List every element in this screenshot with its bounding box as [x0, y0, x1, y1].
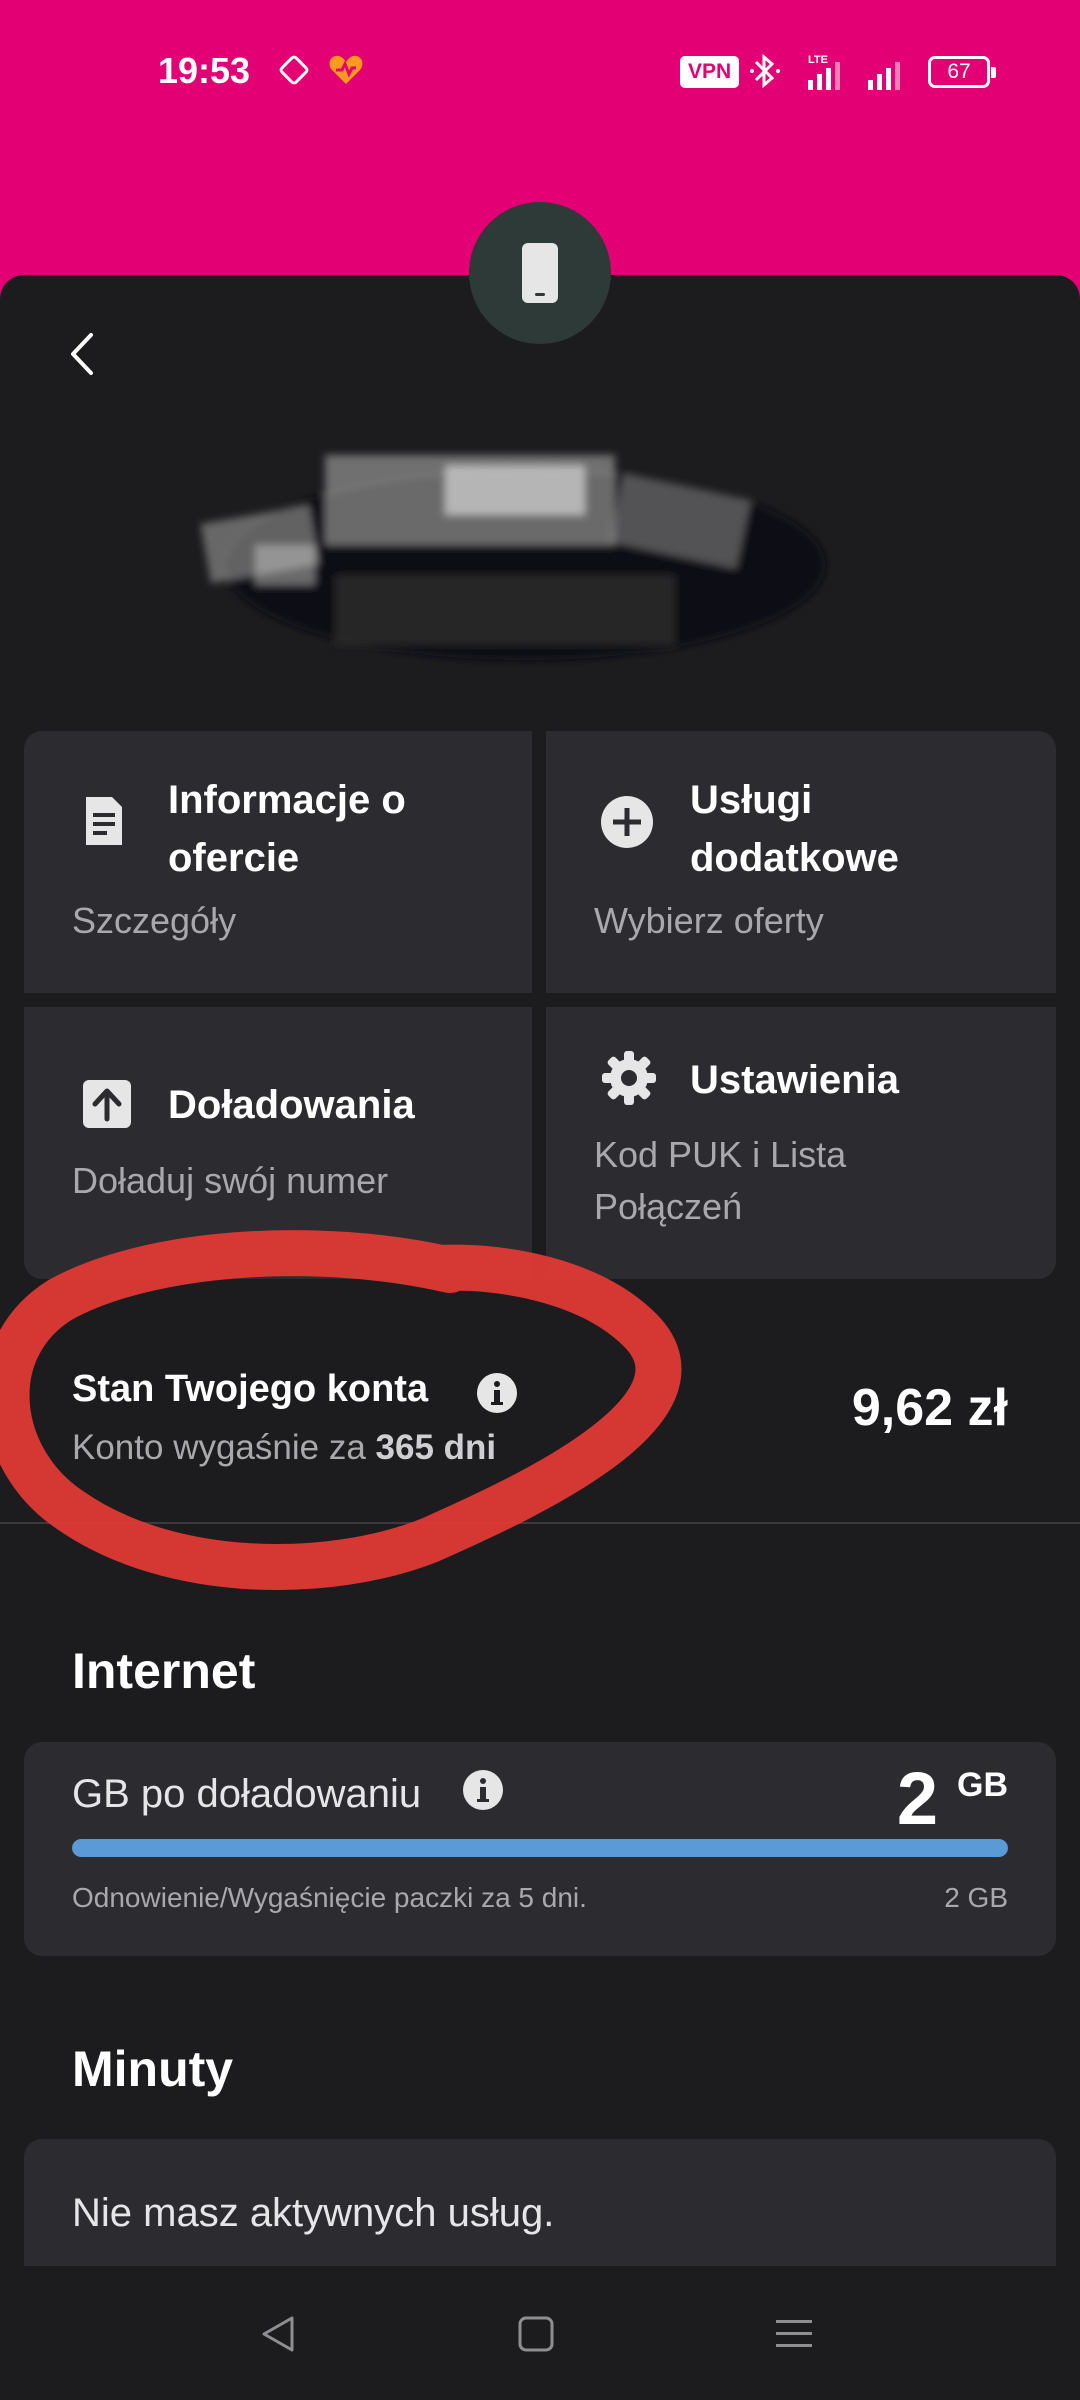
nav-back-icon	[262, 2316, 294, 2352]
chevron-left-icon	[71, 333, 93, 375]
upload-arrow-icon	[83, 1080, 131, 1128]
tile-subtitle: Doładuj swój numer	[72, 1160, 389, 1201]
bluetooth-icon	[750, 53, 780, 89]
vpn-badge: VPN	[680, 56, 740, 88]
lte-signal-icon: LTE	[808, 54, 840, 90]
nav-home-icon	[518, 2316, 554, 2352]
nav-home-button[interactable]	[506, 2306, 566, 2362]
tile-subtitle: Kod PUK i Lista Połączeń	[594, 1134, 847, 1227]
renewal-text: Odnowienie/Wygaśnięcie paczki za 5 dni.	[72, 1882, 587, 1913]
internet-card[interactable]: GB po doładowaniu 2 GB Odnowienie/Wygaśn…	[24, 1742, 1056, 1956]
data-amount: 2	[896, 1757, 938, 1840]
phone-icon	[522, 243, 558, 303]
tile-subtitle: Szczegóły	[72, 900, 237, 941]
back-button[interactable]	[58, 322, 106, 386]
heart-icon	[329, 55, 363, 84]
data-label: GB po doładowaniu	[72, 1772, 422, 1816]
balance-expiry-days: 365 dni	[375, 1428, 497, 1467]
rotate-icon	[279, 55, 309, 85]
lte-label: LTE	[808, 54, 828, 66]
phone-avatar	[469, 202, 611, 344]
tile-title: Informacje o ofercie	[168, 778, 406, 880]
tile-offer-info[interactable]: Informacje o ofercie Szczegóły	[24, 731, 532, 993]
plus-circle-icon	[601, 796, 653, 848]
balance-title: Stan Twojego konta	[72, 1368, 429, 1410]
info-icon[interactable]	[462, 1769, 504, 1811]
tile-title: Doładowania	[168, 1083, 415, 1127]
tile-subtitle: Wybierz oferty	[594, 900, 824, 941]
signal-icon	[868, 62, 900, 90]
nav-menu-button[interactable]	[764, 2306, 824, 2362]
balance-expiry-prefix: Konto wygaśnie za	[72, 1428, 376, 1467]
minutes-section-title: Minuty	[72, 2041, 234, 2097]
internet-section-title: Internet	[72, 1643, 256, 1699]
status-time: 19:53	[158, 50, 251, 91]
nav-back-button[interactable]	[248, 2306, 308, 2362]
nav-menu-icon	[776, 2320, 812, 2347]
redacted-phone-number	[200, 455, 825, 660]
no-services-text: Nie masz aktywnych usług.	[72, 2191, 555, 2235]
divider	[0, 1522, 1080, 1524]
tile-top-ups[interactable]: Doładowania Doładuj swój numer	[24, 1007, 532, 1279]
system-nav-bar	[0, 2266, 1080, 2400]
balance-amount: 9,62 zł	[851, 1379, 1008, 1437]
tile-title: Usługi dodatkowe	[690, 778, 899, 880]
app-screen: 19:53 VPN LTE 67 Informacje o ofercie Sz…	[0, 0, 1080, 2400]
document-icon	[86, 797, 122, 845]
gear-icon	[602, 1051, 656, 1105]
data-progress-fill	[72, 1839, 1008, 1857]
tile-title: Ustawienia	[690, 1058, 899, 1102]
battery-indicator: 67	[928, 56, 996, 88]
tile-additional-services[interactable]: Usługi dodatkowe Wybierz oferty	[546, 731, 1056, 993]
data-progress-bar	[72, 1839, 1008, 1857]
data-unit: GB	[957, 1766, 1008, 1804]
balance-expiry: Konto wygaśnie za 365 dni	[72, 1428, 496, 1468]
data-total: 2 GB	[944, 1882, 1008, 1913]
tile-settings[interactable]: Ustawienia Kod PUK i Lista Połączeń	[546, 1007, 1056, 1279]
info-icon[interactable]	[476, 1372, 518, 1414]
